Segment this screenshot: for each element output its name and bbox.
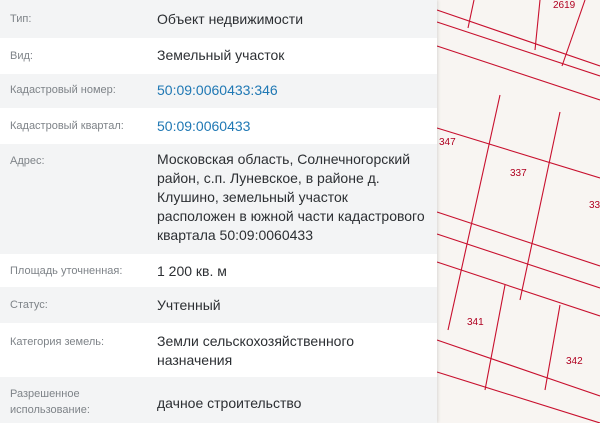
area-value: 1 200 кв. м — [157, 263, 227, 279]
parcel-boundary — [484, 284, 506, 391]
parcel-number-label: 33 — [589, 200, 600, 211]
parcel-number-label: 341 — [467, 317, 484, 328]
parcel-number-label: 342 — [566, 356, 583, 367]
info-row-status: Статус: Учтенный — [0, 287, 437, 323]
parcel-boundary — [544, 304, 561, 391]
parcel-number-label: 2619 — [553, 0, 576, 11]
info-row-kind: Вид: Земельный участок — [0, 38, 437, 74]
field-label: Адрес: — [10, 155, 45, 167]
info-row-address: Адрес: Московская область, Солнечногорск… — [0, 144, 437, 254]
info-row-cad-quarter: Кадастровый квартал: 50:09:0060433 — [0, 108, 437, 144]
parcel-boundary — [436, 233, 600, 289]
info-row-cad-number: Кадастровый номер: 50:09:0060433:346 — [0, 74, 437, 108]
field-label: Кадастровый квартал: — [10, 120, 124, 132]
status-value: Учтенный — [157, 297, 221, 313]
info-row-type: Тип: Объект недвижимости — [0, 0, 437, 38]
parcel-boundary — [436, 339, 600, 397]
parcel-boundary — [436, 45, 600, 101]
address-value: Московская область, Солнечногорский райо… — [157, 151, 425, 243]
field-label: Категория земель: — [10, 336, 105, 348]
parcel-boundary — [436, 9, 600, 67]
parcel-boundary — [436, 21, 600, 77]
object-kind-value: Земельный участок — [157, 47, 285, 63]
parcel-info-panel: Тип: Объект недвижимости Вид: Земельный … — [0, 0, 437, 423]
parcel-number-label: 347 — [439, 137, 456, 148]
info-row-land-category: Категория земель: Земли сельскохозяйстве… — [0, 323, 437, 377]
parcel-boundary — [436, 261, 600, 317]
permitted-use-value: дачное строительство — [157, 395, 302, 411]
parcel-boundary — [519, 111, 561, 301]
parcel-boundary — [447, 94, 501, 331]
parcel-boundary — [436, 371, 600, 423]
info-row-area: Площадь уточненная: 1 200 кв. м — [0, 254, 437, 287]
cadastral-number-link[interactable]: 50:09:0060433:346 — [157, 81, 429, 100]
field-label: Вид: — [10, 50, 33, 62]
field-label: Площадь уточненная: — [10, 265, 123, 277]
field-label: Разрешенное использование: — [10, 388, 90, 416]
parcel-number-label: 337 — [510, 168, 527, 179]
info-row-permitted-use: Разрешенное использование: дачное строит… — [0, 377, 437, 423]
land-category-value: Земли сельскохозяйственного назначения — [157, 333, 355, 368]
field-label: Тип: — [10, 13, 32, 25]
field-label: Статус: — [10, 299, 48, 311]
cadastral-quarter-link[interactable]: 50:09:0060433 — [157, 117, 429, 136]
parcel-boundary — [534, 0, 541, 51]
object-type-value: Объект недвижимости — [157, 11, 304, 27]
parcel-boundary — [436, 211, 600, 267]
parcel-boundary — [467, 0, 475, 29]
field-label: Кадастровый номер: — [10, 84, 116, 96]
